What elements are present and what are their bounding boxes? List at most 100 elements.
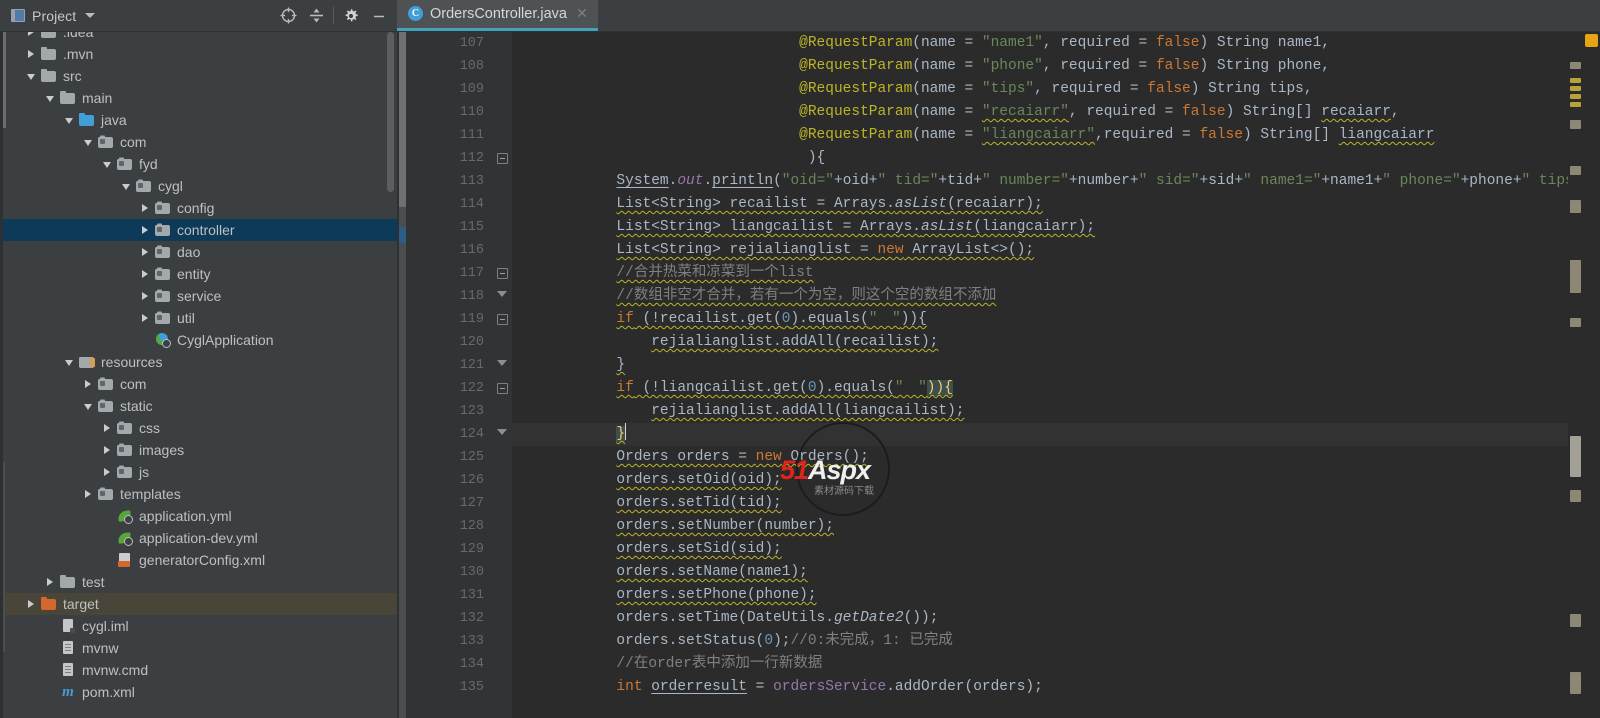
code-line[interactable]: if (!liangcailist.get(0).equals(" ")){ [512, 377, 1568, 400]
tree-item-resources[interactable]: resources [0, 351, 397, 373]
chevron-right-icon[interactable] [139, 290, 152, 303]
chevron-right-icon[interactable] [82, 488, 95, 501]
tree-item-config[interactable]: config [0, 197, 397, 219]
chevron-right-icon[interactable] [139, 268, 152, 281]
code-line[interactable]: List<String> rejialianglist = new ArrayL… [512, 239, 1568, 262]
inspection-status-icon[interactable] [1585, 34, 1598, 47]
tree-item-generatorconfig-xml[interactable]: generatorConfig.xml [0, 549, 397, 571]
code-line[interactable]: orders.setTime(DateUtils.getDate2()); [512, 607, 1568, 630]
tree-item-templates[interactable]: templates [0, 483, 397, 505]
chevron-right-icon[interactable] [139, 202, 152, 215]
gear-icon[interactable] [337, 2, 365, 30]
tree-item--idea[interactable]: .idea [0, 32, 397, 43]
tree-item--mvn[interactable]: .mvn [0, 43, 397, 65]
crosshair-locate-icon[interactable] [274, 2, 302, 30]
chevron-right-icon[interactable] [139, 246, 152, 259]
code-line[interactable]: ){ [512, 147, 1568, 170]
inspection-marker[interactable] [1570, 166, 1581, 175]
close-icon[interactable]: ✕ [575, 6, 589, 21]
code-line[interactable]: rejialianglist.addAll(liangcailist); [512, 400, 1568, 423]
code-line[interactable]: //数组非空才合并，若有一个为空，则这个空的数组不添加 [512, 285, 1568, 308]
chevron-right-icon[interactable] [101, 444, 114, 457]
tree-item-java[interactable]: java [0, 109, 397, 131]
inspection-marker[interactable] [1570, 260, 1581, 293]
tree-item-pom-xml[interactable]: m pom.xml [0, 681, 397, 703]
code-line[interactable]: int orderresult = ordersService.addOrder… [512, 676, 1568, 699]
tree-item-static[interactable]: static [0, 395, 397, 417]
sidebar-scrollbar-thumb[interactable] [387, 32, 394, 192]
code-line[interactable]: orders.setPhone(phone); [512, 584, 1568, 607]
inspection-marker[interactable] [1570, 120, 1581, 129]
chevron-down-icon[interactable] [25, 70, 38, 83]
inspection-marker[interactable] [1570, 62, 1581, 69]
tree-item-com[interactable]: com [0, 131, 397, 153]
tree-item-util[interactable]: util [0, 307, 397, 329]
tree-item-src[interactable]: src [0, 65, 397, 87]
code-line[interactable]: orders.setTid(tid); [512, 492, 1568, 515]
fold-toggle-icon[interactable] [497, 153, 508, 164]
inspection-marker[interactable] [1570, 78, 1581, 83]
inspection-marker[interactable] [1570, 490, 1581, 502]
tree-item-test[interactable]: test [0, 571, 397, 593]
code-folding-column[interactable] [494, 32, 512, 718]
code-line[interactable]: orders.setOid(oid); [512, 469, 1568, 492]
code-line[interactable]: //在order表中添加一行新数据 [512, 653, 1568, 676]
tree-item-controller[interactable]: controller [0, 219, 397, 241]
chevron-down-icon[interactable] [82, 136, 95, 149]
tree-item-mvnw[interactable]: mvnw [0, 637, 397, 659]
chevron-right-icon[interactable] [25, 32, 38, 39]
inspection-marker[interactable] [1570, 614, 1581, 627]
panel-left-scroll-thumb[interactable] [3, 32, 6, 128]
chevron-right-icon[interactable] [101, 466, 114, 479]
tree-item-fyd[interactable]: fyd [0, 153, 397, 175]
inspection-marker[interactable] [1570, 436, 1581, 477]
tree-item-entity[interactable]: entity [0, 263, 397, 285]
editor-left-rail-thumb[interactable] [399, 32, 406, 207]
code-content-area[interactable]: @RequestParam(name = "name1", required =… [512, 32, 1568, 718]
inspection-marker[interactable] [1570, 672, 1581, 694]
code-line[interactable]: rejialianglist.addAll(recailist); [512, 331, 1568, 354]
code-line[interactable]: } [512, 354, 1568, 377]
code-line[interactable]: @RequestParam(name = "phone", required =… [512, 55, 1568, 78]
tree-item-cyglapplication[interactable]: CyglApplication [0, 329, 397, 351]
tree-item-application-yml[interactable]: application.yml [0, 505, 397, 527]
code-line[interactable]: @RequestParam(name = "name1", required =… [512, 32, 1568, 55]
chevron-down-icon[interactable] [63, 114, 76, 127]
tab-orderscontroller-java[interactable]: C OrdersController.java ✕ [397, 0, 598, 31]
chevron-right-icon[interactable] [25, 48, 38, 61]
tree-item-application-dev-yml[interactable]: application-dev.yml [0, 527, 397, 549]
code-line[interactable]: orders.setNumber(number); [512, 515, 1568, 538]
inspection-marker[interactable] [1570, 318, 1581, 327]
tree-item-cygl[interactable]: cygl [0, 175, 397, 197]
code-line[interactable]: Orders orders = new Orders(); [512, 446, 1568, 469]
code-line[interactable]: @RequestParam(name = "tips", required = … [512, 78, 1568, 101]
fold-toggle-icon[interactable] [497, 314, 508, 325]
collapse-all-icon[interactable] [302, 2, 330, 30]
project-tree[interactable]: .idea .mvn src main java com fyd cygl config cont… [0, 32, 397, 703]
chevron-right-icon[interactable] [101, 422, 114, 435]
tree-item-target[interactable]: target [0, 593, 397, 615]
chevron-down-icon[interactable] [63, 356, 76, 369]
code-line[interactable]: System.out.println("oid="+oid+" tid="+ti… [512, 170, 1568, 193]
chevron-down-icon[interactable] [101, 158, 114, 171]
chevron-right-icon[interactable] [139, 224, 152, 237]
tree-item-main[interactable]: main [0, 87, 397, 109]
error-marker-strip[interactable] [1568, 32, 1582, 718]
tree-item-css[interactable]: css [0, 417, 397, 439]
line-number-gutter[interactable]: 107 108 109 110 111 112 113 114 115 116 117 118 119 1… [406, 32, 494, 718]
chevron-right-icon[interactable] [25, 598, 38, 611]
tree-item-mvnw-cmd[interactable]: mvnw.cmd [0, 659, 397, 681]
editor-left-rail[interactable] [399, 32, 406, 718]
code-line[interactable]: //合并热菜和凉菜到一个list [512, 262, 1568, 285]
inspection-marker[interactable] [1570, 102, 1581, 107]
chevron-down-icon[interactable] [44, 92, 57, 105]
tree-item-service[interactable]: service [0, 285, 397, 307]
fold-toggle-icon[interactable] [497, 268, 508, 279]
tree-item-com[interactable]: com [0, 373, 397, 395]
code-line[interactable]: @RequestParam(name = "recaiarr", require… [512, 101, 1568, 124]
tree-item-cygl-iml[interactable]: cygl.iml [0, 615, 397, 637]
inspection-marker[interactable] [1570, 86, 1581, 91]
code-line[interactable]: @RequestParam(name = "liangcaiarr",requi… [512, 124, 1568, 147]
chevron-down-icon[interactable] [120, 180, 133, 193]
chevron-right-icon[interactable] [82, 378, 95, 391]
